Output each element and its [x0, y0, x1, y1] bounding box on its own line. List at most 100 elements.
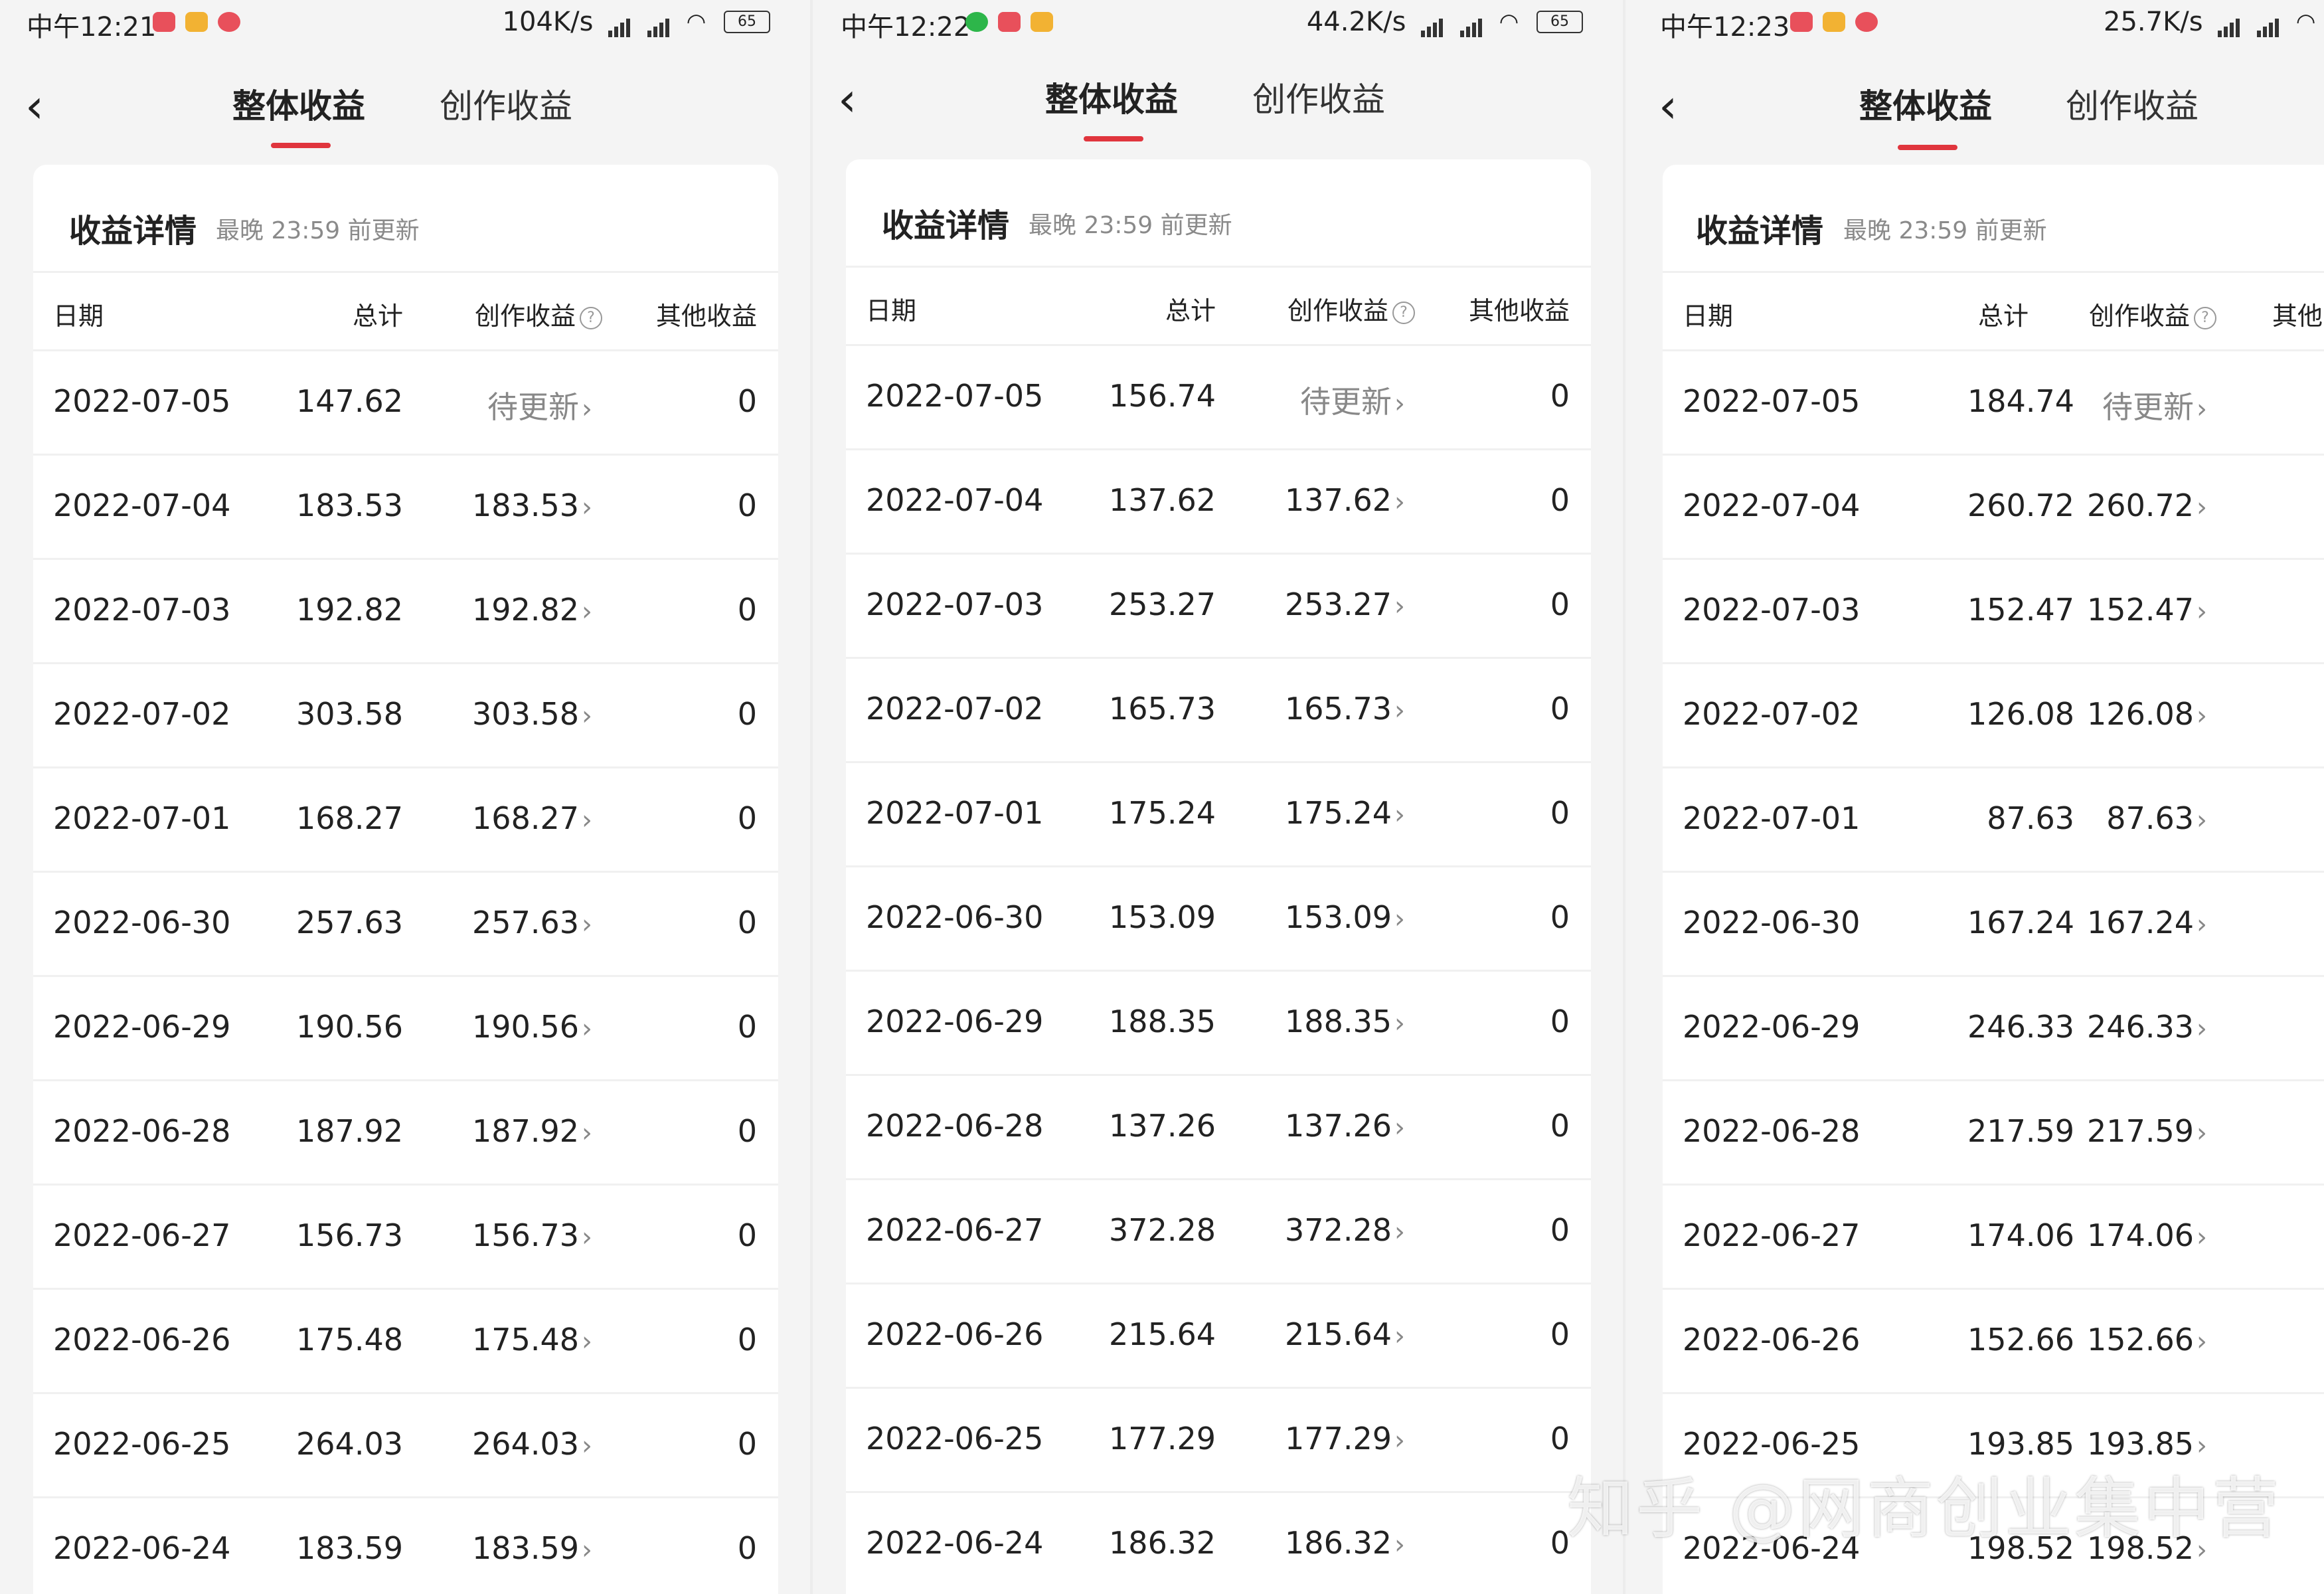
- row-creation-income[interactable]: 175.48 ›: [472, 1322, 592, 1358]
- row-total: 186.32: [1109, 1525, 1216, 1561]
- row-creation-income[interactable]: 187.92 ›: [472, 1113, 592, 1149]
- back-arrow-icon[interactable]: ‹: [838, 73, 865, 126]
- row-creation-income[interactable]: 137.26 ›: [1285, 1108, 1405, 1144]
- back-arrow-icon[interactable]: ‹: [1659, 80, 1685, 133]
- row-creation-income[interactable]: 186.32 ›: [1285, 1525, 1405, 1561]
- income-row[interactable]: 2022-06-26 215.64 215.64 › 0: [846, 1284, 1591, 1389]
- update-note: 最晚 23:59 前更新: [1029, 212, 1232, 239]
- row-other-income: 0: [737, 1322, 757, 1358]
- income-row[interactable]: 2022-06-30 167.24 167.24 ›: [1663, 873, 2324, 977]
- row-creation-income[interactable]: 260.72 ›: [2034, 487, 2207, 523]
- income-row[interactable]: 2022-07-04 137.62 137.62 › 0: [846, 450, 1591, 555]
- tab-creation-income[interactable]: 创作收益: [440, 80, 572, 133]
- row-creation-income[interactable]: 253.27 ›: [1285, 586, 1405, 622]
- income-row[interactable]: 2022-07-03 253.27 253.27 › 0: [846, 555, 1591, 659]
- income-row[interactable]: 2022-06-29 190.56 190.56 › 0: [33, 977, 778, 1081]
- row-date: 2022-07-02: [866, 691, 1044, 727]
- row-creation-income[interactable]: 303.58 ›: [472, 696, 592, 732]
- status-bar: 中午12:23 25.7K/s ◠: [1625, 0, 2324, 53]
- row-creation-income[interactable]: 192.82 ›: [472, 592, 592, 628]
- back-arrow-icon[interactable]: ‹: [25, 80, 52, 133]
- row-creation-income[interactable]: 372.28 ›: [1285, 1212, 1405, 1248]
- row-creation-income[interactable]: 177.29 ›: [1285, 1421, 1405, 1457]
- header-other: 其他收益: [655, 302, 757, 331]
- row-creation-income[interactable]: 174.06 ›: [2034, 1217, 2207, 1253]
- row-creation-value: 167.24: [2087, 905, 2194, 940]
- row-creation-income[interactable]: 152.66 ›: [2034, 1322, 2207, 1358]
- row-creation-income[interactable]: 156.73 ›: [472, 1217, 592, 1253]
- row-creation-income[interactable]: 175.24 ›: [1285, 795, 1405, 831]
- income-row[interactable]: 2022-06-25 177.29 177.29 › 0: [846, 1389, 1591, 1493]
- income-row[interactable]: 2022-07-03 152.47 152.47 ›: [1663, 560, 2324, 664]
- income-row[interactable]: 2022-07-02 303.58 303.58 › 0: [33, 664, 778, 768]
- income-row[interactable]: 2022-07-04 260.72 260.72 ›: [1663, 456, 2324, 560]
- status-right: 104K/s ◠ 65: [503, 5, 770, 37]
- chevron-right-icon: ›: [582, 1431, 592, 1461]
- income-row[interactable]: 2022-07-01 168.27 168.27 › 0: [33, 768, 778, 873]
- row-creation-income[interactable]: 257.63 ›: [472, 905, 592, 940]
- row-date: 2022-06-26: [53, 1322, 231, 1358]
- row-creation-income[interactable]: 165.73 ›: [1285, 691, 1405, 727]
- income-row[interactable]: 2022-07-05 156.74 待更新 › 0: [846, 346, 1591, 450]
- row-creation-income[interactable]: 188.35 ›: [1285, 1004, 1405, 1039]
- row-creation-income[interactable]: 190.56 ›: [472, 1009, 592, 1045]
- income-row[interactable]: 2022-06-28 187.92 187.92 › 0: [33, 1081, 778, 1186]
- income-row[interactable]: 2022-07-01 175.24 175.24 › 0: [846, 763, 1591, 867]
- card-header: 收益详情 最晚 23:59 前更新: [33, 165, 778, 273]
- row-creation-income[interactable]: 待更新 ›: [1300, 378, 1405, 422]
- row-total: 175.48: [296, 1322, 403, 1358]
- income-row[interactable]: 2022-07-02 165.73 165.73 › 0: [846, 659, 1591, 763]
- row-creation-income[interactable]: 152.47 ›: [2034, 592, 2207, 628]
- row-creation-income[interactable]: 167.24 ›: [2034, 905, 2207, 940]
- chevron-right-icon: ›: [2197, 805, 2207, 836]
- income-row[interactable]: 2022-06-30 153.09 153.09 › 0: [846, 867, 1591, 972]
- income-row[interactable]: 2022-07-03 192.82 192.82 › 0: [33, 560, 778, 664]
- row-creation-income[interactable]: 246.33 ›: [2034, 1009, 2207, 1045]
- row-creation-income[interactable]: 183.59 ›: [472, 1530, 592, 1566]
- income-row[interactable]: 2022-06-29 188.35 188.35 › 0: [846, 972, 1591, 1076]
- income-row[interactable]: 2022-06-27 156.73 156.73 › 0: [33, 1186, 778, 1290]
- income-row[interactable]: 2022-07-05 184.74 待更新 ›: [1663, 351, 2324, 456]
- row-creation-income[interactable]: 87.63 ›: [2034, 800, 2207, 836]
- income-row[interactable]: 2022-06-30 257.63 257.63 › 0: [33, 873, 778, 977]
- help-icon[interactable]: ?: [1392, 301, 1415, 324]
- help-icon[interactable]: ?: [2194, 306, 2217, 329]
- tab-overall-income[interactable]: 整体收益: [232, 80, 365, 133]
- income-row[interactable]: 2022-07-02 126.08 126.08 ›: [1663, 664, 2324, 768]
- row-date: 2022-06-29: [866, 1004, 1044, 1039]
- income-row[interactable]: 2022-06-26 152.66 152.66 ›: [1663, 1290, 2324, 1394]
- income-row[interactable]: 2022-06-24 186.32 186.32 › 0: [846, 1493, 1591, 1594]
- income-row[interactable]: 2022-06-25 264.03 264.03 › 0: [33, 1394, 778, 1498]
- income-row[interactable]: 2022-06-29 246.33 246.33 ›: [1663, 977, 2324, 1081]
- row-creation-income[interactable]: 137.62 ›: [1285, 482, 1405, 518]
- row-creation-income[interactable]: 264.03 ›: [472, 1426, 592, 1462]
- income-detail-card: 收益详情 最晚 23:59 前更新 日期 总计 创作收益? 其他收益 2022-…: [33, 165, 778, 1594]
- row-creation-income[interactable]: 168.27 ›: [472, 800, 592, 836]
- row-creation-income[interactable]: 183.53 ›: [472, 487, 592, 523]
- row-creation-income[interactable]: 待更新 ›: [487, 383, 592, 427]
- tab-creation-income[interactable]: 创作收益: [1252, 73, 1385, 126]
- chevron-right-icon: ›: [1394, 1112, 1405, 1143]
- income-row[interactable]: 2022-06-26 175.48 175.48 › 0: [33, 1290, 778, 1394]
- income-row[interactable]: 2022-07-04 183.53 183.53 › 0: [33, 456, 778, 560]
- row-creation-income[interactable]: 153.09 ›: [1285, 899, 1405, 935]
- tab-creation-income[interactable]: 创作收益: [2066, 80, 2199, 133]
- tab-overall-income[interactable]: 整体收益: [1045, 73, 1178, 126]
- row-creation-income[interactable]: 126.08 ›: [2034, 696, 2207, 732]
- row-creation-income[interactable]: 215.64 ›: [1285, 1316, 1405, 1352]
- row-creation-income[interactable]: 217.59 ›: [2034, 1113, 2207, 1149]
- row-other-income: 0: [1550, 1212, 1570, 1248]
- tab-overall-income[interactable]: 整体收益: [1859, 80, 1992, 133]
- income-row[interactable]: 2022-06-24 183.59 183.59 › 0: [33, 1498, 778, 1594]
- row-date: 2022-06-25: [866, 1421, 1044, 1457]
- help-icon[interactable]: ?: [580, 306, 602, 329]
- income-row[interactable]: 2022-07-05 147.62 待更新 › 0: [33, 351, 778, 456]
- row-other-income: 0: [1550, 899, 1570, 935]
- income-row[interactable]: 2022-06-28 137.26 137.26 › 0: [846, 1076, 1591, 1180]
- income-row[interactable]: 2022-07-01 87.63 87.63 ›: [1663, 768, 2324, 873]
- income-row[interactable]: 2022-06-28 217.59 217.59 ›: [1663, 1081, 2324, 1186]
- row-creation-income[interactable]: 待更新 ›: [2034, 383, 2207, 427]
- income-row[interactable]: 2022-06-27 372.28 372.28 › 0: [846, 1180, 1591, 1284]
- active-tab-indicator: [1084, 136, 1143, 141]
- income-row[interactable]: 2022-06-27 174.06 174.06 ›: [1663, 1186, 2324, 1290]
